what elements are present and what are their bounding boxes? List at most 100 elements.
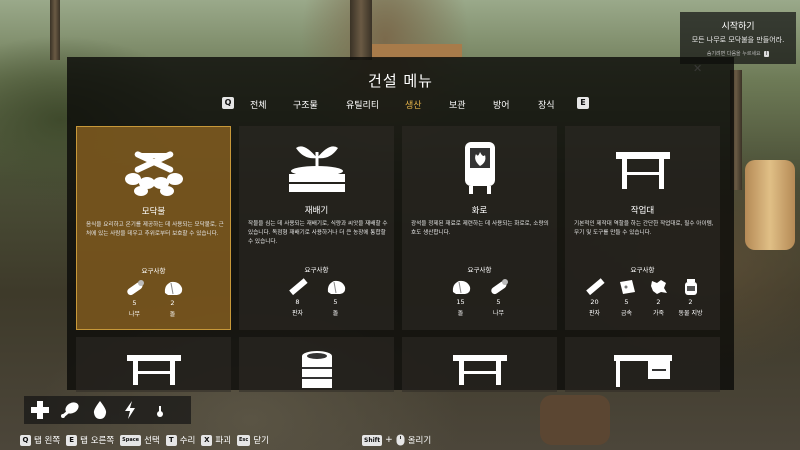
stone-icon xyxy=(164,281,182,295)
requirement-item: 2 가죽 xyxy=(647,278,671,317)
tab-decoration[interactable]: 장식 xyxy=(538,98,555,111)
build-card-planter[interactable]: 재배기 작물을 심는 데 사용되는 재배기로, 식량과 씨앗을 재배할 수 있습… xyxy=(239,126,394,330)
tab-production[interactable]: 생산 xyxy=(405,98,422,111)
requirement-qty: 5 xyxy=(624,298,629,306)
requirement-qty: 2 xyxy=(656,298,661,306)
requirement-item: 5 돌 xyxy=(324,278,348,317)
metal-icon xyxy=(619,280,635,294)
card-title: 화로 xyxy=(471,206,488,216)
objective-hint: 숨기려면 다음을 누르세요 I xyxy=(686,50,790,57)
tab-utility[interactable]: 유틸리티 xyxy=(346,98,379,111)
card-title: 재배기 xyxy=(304,206,329,216)
plank-icon xyxy=(585,278,605,296)
requirement-name: 돌 xyxy=(332,310,339,317)
requirement-name: 돌 xyxy=(169,311,176,318)
build-card-table[interactable] xyxy=(402,337,557,392)
build-card-workbench[interactable]: 작업대 기본적인 제작대 역할을 하는 간단한 작업대로, 필수 아이템, 무기… xyxy=(565,126,720,330)
control-hint-close: Esc 닫기 xyxy=(237,434,269,446)
requirement-qty: 2 xyxy=(688,298,693,306)
requirement-item: 5 나무 xyxy=(487,278,511,317)
build-card-desk[interactable] xyxy=(565,337,720,392)
requirement-name: 가죽 xyxy=(652,310,665,317)
key-badge: E xyxy=(66,434,78,446)
key-badge: T xyxy=(165,434,177,446)
desk-icon xyxy=(565,349,720,389)
requirement-qty: 5 xyxy=(132,299,137,307)
key-badge: Space xyxy=(120,434,142,446)
planter-icon xyxy=(239,136,394,200)
control-hint-repair: T 수리 xyxy=(165,434,195,446)
requirement-item: 20 판자 xyxy=(583,278,607,317)
requirement-item: 5 나무 xyxy=(123,279,147,318)
leather-icon xyxy=(650,280,667,294)
requirements-list: 8 판자 5 돌 xyxy=(239,278,394,317)
requirement-name: 나무 xyxy=(128,311,141,318)
requirements-list: 20 판자 5 금속 2 가죽 2 동물 지방 xyxy=(565,278,720,317)
requirement-qty: 15 xyxy=(456,298,465,306)
status-bar xyxy=(24,396,191,424)
log-pile-background xyxy=(745,160,795,250)
tab-defense[interactable]: 방어 xyxy=(493,98,510,111)
control-label: 선택 xyxy=(144,436,160,446)
stone-icon xyxy=(452,280,470,294)
card-description: 광석을 정제된 재료로 제련하는 데 사용되는 화로로, 소량의 호도 생산합니… xyxy=(411,221,549,236)
build-menu-panel: 건설 메뉴 Q 전체 구조물 유틸리티 생산 보관 방어 장식 E 모닥불 음식… xyxy=(67,57,734,392)
control-label: 탭 왼쪽 xyxy=(34,436,61,446)
objective-title: 시작하기 xyxy=(721,22,755,32)
requirement-item: 8 판자 xyxy=(286,278,310,317)
requirement-qty: 2 xyxy=(170,299,175,307)
requirement-name: 판자 xyxy=(588,310,601,317)
category-tabs: Q 전체 구조물 유틸리티 생산 보관 방어 장식 E xyxy=(67,97,734,113)
build-card-barrel[interactable] xyxy=(239,337,394,392)
objective-text: 모든 나무로 모닥불을 만들어라. xyxy=(691,36,785,44)
tab-storage[interactable]: 보관 xyxy=(449,98,466,111)
control-hint-tab-right: E탭 오른쪽 xyxy=(66,434,114,446)
barrel-icon xyxy=(239,349,394,389)
build-card-campfire[interactable]: 모닥불 음식을 요리하고 온기를 제공하는 데 사용되는 모닥불로, 근처에 있… xyxy=(76,126,231,330)
tab-all[interactable]: 전체 xyxy=(250,98,267,111)
control-label: 파괴 xyxy=(215,436,231,446)
control-label: 탭 오른쪽 xyxy=(80,436,115,446)
requirement-name: 나무 xyxy=(492,310,505,317)
workbench-icon xyxy=(565,136,720,200)
log-icon xyxy=(490,279,508,295)
requirements-label: 요구사항 xyxy=(467,266,492,274)
tab-prev-key[interactable]: Q xyxy=(222,97,234,109)
build-card-furnace[interactable]: 화로 광석을 정제된 재료로 제련하는 데 사용되는 화로로, 소량의 호도 생… xyxy=(402,126,557,330)
wooden-plank-background xyxy=(372,44,462,58)
requirement-qty: 5 xyxy=(333,298,338,306)
temperature-icon xyxy=(150,400,170,420)
card-title: 모닥불 xyxy=(141,207,166,217)
requirements-list: 15 돌 5 나무 xyxy=(402,278,557,317)
jar-icon xyxy=(684,279,697,295)
requirements-label: 요구사항 xyxy=(304,266,329,274)
key-badge: Esc xyxy=(237,434,251,446)
campfire-icon xyxy=(77,137,230,201)
card-description: 기본적인 제작대 역할을 하는 간단한 작업대로, 필수 아이템, 무기 및 도… xyxy=(574,221,714,236)
control-hint-tab-left: Q탭 왼쪽 xyxy=(20,434,60,446)
tree-trunk xyxy=(50,0,60,60)
requirement-qty: 20 xyxy=(590,298,599,306)
card-title: 작업대 xyxy=(630,206,655,216)
key-badge: X xyxy=(201,434,213,446)
requirement-item: 5 금속 xyxy=(615,278,639,317)
log-icon xyxy=(126,280,144,296)
control-hint-select: Space 선택 xyxy=(120,434,160,446)
table-icon xyxy=(76,349,231,389)
control-hint-raise: Shift + 올리기 xyxy=(362,433,431,447)
build-menu-title: 건설 메뉴 xyxy=(368,72,433,90)
stone-icon xyxy=(327,280,345,294)
key-badge: Shift xyxy=(362,434,383,446)
plus-sign: + xyxy=(385,435,393,445)
tab-structures[interactable]: 구조물 xyxy=(293,98,318,111)
health-plus-icon xyxy=(30,400,50,420)
requirement-item: 15 돌 xyxy=(449,278,473,317)
objective-hint-key: I xyxy=(763,51,770,57)
control-hint-destroy: X 파괴 xyxy=(201,434,231,446)
requirement-qty: 8 xyxy=(295,298,300,306)
tab-next-key[interactable]: E xyxy=(577,97,589,109)
requirement-name: 돌 xyxy=(457,310,464,317)
furnace-icon xyxy=(402,136,557,200)
requirement-qty: 5 xyxy=(496,298,501,306)
build-card-table[interactable] xyxy=(76,337,231,392)
